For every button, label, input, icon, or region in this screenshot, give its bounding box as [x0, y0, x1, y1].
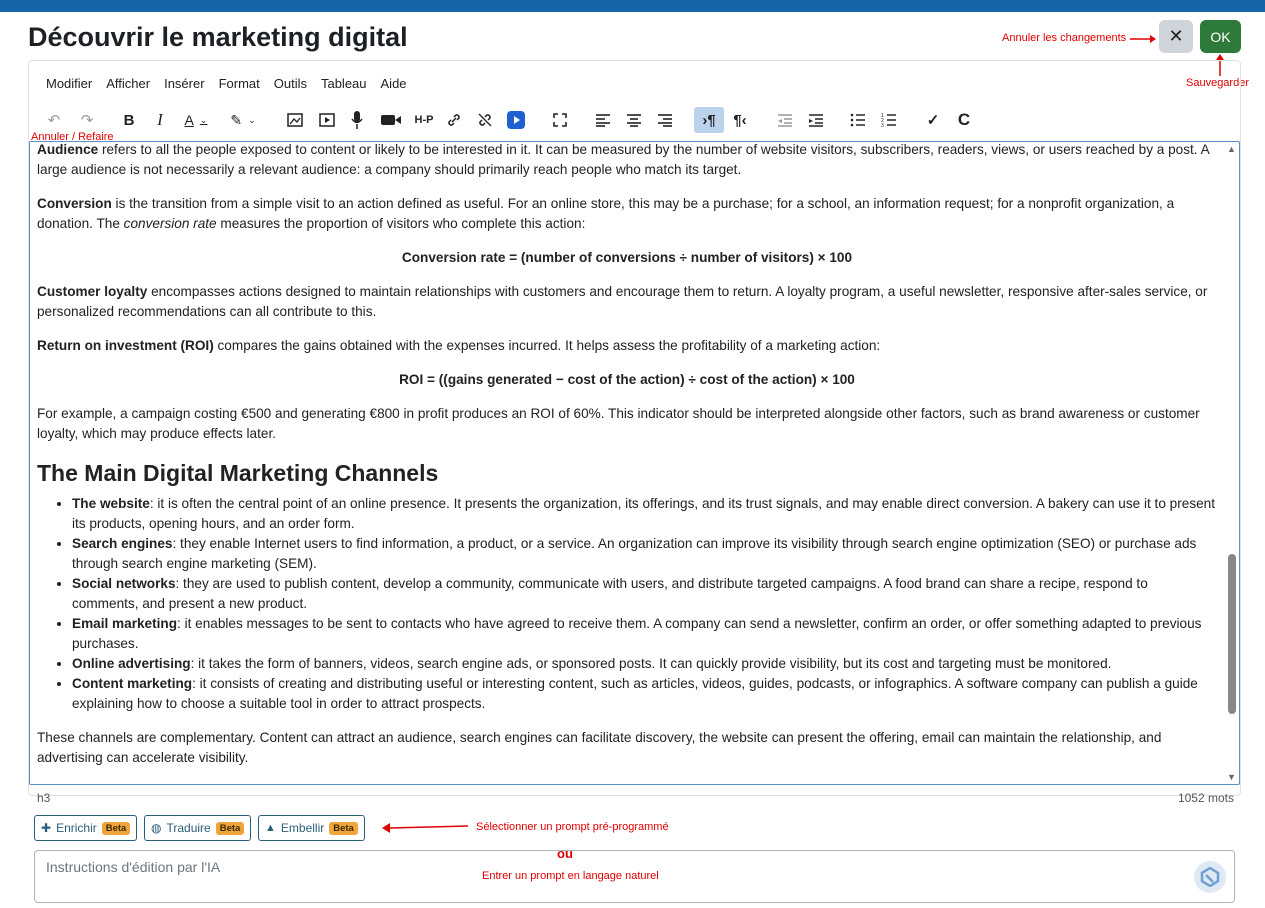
status-bar: h3 1052 mots [29, 787, 1240, 809]
scroll-down-icon[interactable]: ▼ [1227, 772, 1236, 782]
menu-outils[interactable]: Outils [274, 76, 307, 91]
list-item: Search engines: they enable Internet use… [72, 534, 1217, 574]
rich-text-editor: Modifier Afficher Insérer Format Outils … [28, 60, 1241, 805]
scrollbar[interactable]: ▲ ▼ [1227, 144, 1237, 782]
annotation-undo-redo: Annuler / Refaire [31, 131, 114, 143]
paragraph-conclusion: These channels are complementary. Conten… [37, 730, 1162, 765]
ltr-icon[interactable]: ›¶ [694, 107, 724, 133]
microphone-icon[interactable] [344, 107, 370, 133]
section-heading: The Main Digital Marketing Channels [37, 460, 439, 486]
align-right-icon[interactable] [652, 107, 678, 133]
channel-list: The website: it is often the central poi… [72, 494, 1217, 714]
top-bar [0, 0, 1265, 12]
editor-modal: Découvrir le marketing digital Annuler l… [6, 12, 1259, 908]
fullscreen-icon[interactable] [547, 107, 573, 133]
embellir-button[interactable]: ▲ Embellir Beta [258, 815, 365, 841]
multimedia-icon[interactable] [503, 107, 529, 133]
element-path[interactable]: h3 [37, 791, 50, 805]
traduire-button[interactable]: ◍ Traduire Beta [144, 815, 252, 841]
globe-icon: ◍ [151, 821, 162, 835]
highlight-icon[interactable]: ✎ ⌄ [225, 107, 261, 133]
indent-icon[interactable] [803, 107, 829, 133]
link-icon[interactable] [441, 107, 467, 133]
scrollbar-thumb[interactable] [1228, 554, 1236, 714]
bullet-list-icon[interactable] [845, 107, 871, 133]
annotation-arrow-left-icon [382, 823, 468, 833]
image-icon[interactable] [282, 107, 308, 133]
rtl-icon[interactable]: ¶‹ [727, 107, 753, 133]
cancel-button[interactable]: ✕ [1159, 20, 1193, 53]
menu-modifier[interactable]: Modifier [46, 76, 92, 91]
ai-submit-button[interactable] [1194, 861, 1226, 893]
menu-afficher[interactable]: Afficher [106, 76, 150, 91]
toolbar: ↶ ↷ B I A ⌄ ✎ ⌄ H-P ›¶ ¶‹ 1 2 3 ✓ C [29, 105, 1240, 135]
menu-inserer[interactable]: Insérer [164, 76, 204, 91]
redo-icon[interactable]: ↷ [74, 107, 100, 133]
formula-roi: ROI = ((gains generated − cost of the ac… [399, 372, 855, 387]
list-item: Online advertising: it takes the form of… [72, 654, 1217, 674]
beta-badge: Beta [215, 821, 245, 835]
enrichir-button[interactable]: ✚ Enrichir Beta [34, 815, 138, 841]
bold-icon[interactable]: B [116, 107, 142, 133]
align-left-icon[interactable] [590, 107, 616, 133]
text-color-icon[interactable]: A ⌄ [179, 107, 213, 133]
list-item: Content marketing: it consists of creati… [72, 674, 1217, 714]
list-item: Social networks: they are used to publis… [72, 574, 1217, 614]
numbered-list-icon[interactable]: 123 [876, 107, 902, 133]
paragraph-roi: Return on investment (ROI) compares the … [37, 338, 881, 353]
undo-icon[interactable]: ↶ [41, 107, 67, 133]
ai-prompt-placeholder: Instructions d'édition par l'IA [46, 859, 221, 875]
beta-badge: Beta [101, 821, 131, 835]
document-text: Audience refers to all the people expose… [37, 142, 1217, 782]
formula-conversion-rate: Conversion rate = (number of conversions… [401, 250, 853, 265]
paragraph-conversion: Conversion is the transition from a simp… [37, 196, 1175, 231]
word-count: 1052 mots [1177, 791, 1234, 805]
unlink-icon[interactable] [472, 107, 498, 133]
tree-icon: ▲ [265, 822, 276, 834]
menu-format[interactable]: Format [219, 76, 260, 91]
menu-aide[interactable]: Aide [381, 76, 407, 91]
paragraph-audience: Audience refers to all the people expose… [37, 142, 1209, 177]
ai-logo-icon [1200, 867, 1220, 887]
paragraph-example: For example, a campaign costing €500 and… [37, 406, 1200, 441]
annotation-select-prompt: Sélectionner un prompt pré-programmé [476, 821, 669, 833]
annotation-cancel-changes: Annuler les changements [1002, 32, 1127, 44]
list-item: The website: it is often the central poi… [72, 494, 1217, 534]
align-center-icon[interactable] [621, 107, 647, 133]
annotation-natural-prompt: Entrer un prompt en langage naturel [482, 870, 659, 882]
editor-content-area[interactable]: Audience refers to all the people expose… [29, 141, 1240, 785]
beta-badge: Beta [329, 821, 358, 835]
check-icon[interactable]: ✓ [920, 107, 946, 133]
svg-text:3: 3 [881, 123, 884, 127]
video-icon[interactable] [378, 107, 404, 133]
page-title: Découvrir le marketing digital [28, 22, 408, 52]
clear-icon[interactable]: C [951, 107, 977, 133]
outdent-icon[interactable] [772, 107, 798, 133]
menu-bar: Modifier Afficher Insérer Format Outils … [29, 61, 1240, 105]
list-item: Email marketing: it enables messages to … [72, 614, 1217, 654]
paragraph-loyalty: Customer loyalty encompasses actions des… [37, 284, 1208, 319]
scroll-up-icon[interactable]: ▲ [1227, 144, 1236, 154]
ok-save-button[interactable]: OK [1200, 20, 1241, 53]
annotation-arrow-right-icon [1130, 35, 1156, 43]
h5p-icon[interactable]: H-P [409, 107, 439, 133]
menu-tableau[interactable]: Tableau [321, 76, 367, 91]
puzzle-icon: ✚ [41, 821, 52, 835]
italic-icon[interactable]: I [147, 107, 173, 133]
media-icon[interactable] [314, 107, 340, 133]
